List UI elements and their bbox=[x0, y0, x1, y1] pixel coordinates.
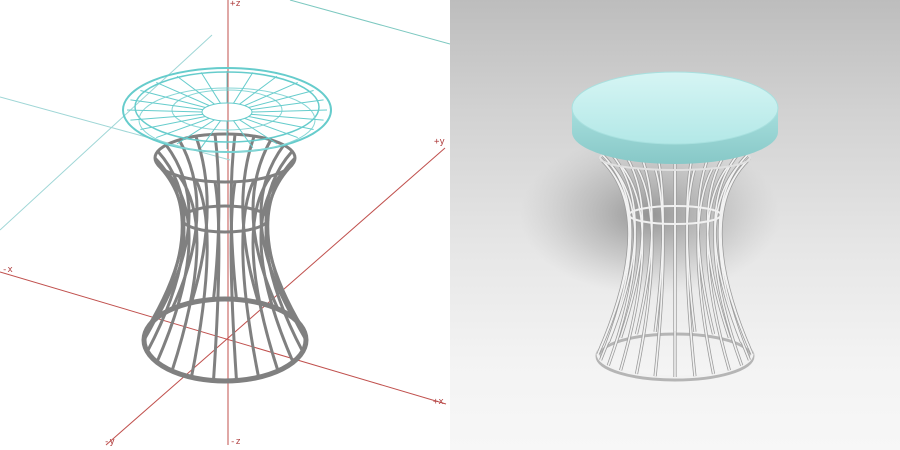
render-viewport[interactable] bbox=[450, 0, 900, 450]
seat-center-ring bbox=[201, 102, 253, 122]
x-axis-line bbox=[0, 271, 447, 405]
y-axis-line bbox=[105, 147, 446, 446]
axis-lines bbox=[0, 0, 450, 446]
axis-label-neg-z: -z bbox=[230, 437, 241, 447]
seat-spoke bbox=[251, 109, 328, 113]
base-ring bbox=[141, 296, 309, 384]
wireframe-viewport[interactable]: +z +y -x +x -y -z bbox=[0, 0, 450, 450]
viewer-stage: +z +y -x +x -y -z bbox=[0, 0, 900, 450]
seat-spoke bbox=[130, 99, 203, 111]
axis-label-neg-y: -y bbox=[104, 437, 115, 447]
axis-label-pos-z: +z bbox=[230, 0, 241, 9]
seat-spokes bbox=[126, 71, 328, 149]
axis-label-pos-y: +y bbox=[434, 137, 445, 147]
seat-spoke bbox=[251, 99, 324, 111]
seat-spoke bbox=[126, 109, 203, 113]
render-canvas bbox=[520, 71, 780, 382]
wireframe-canvas bbox=[0, 0, 450, 446]
render-seat bbox=[571, 71, 779, 164]
axis-label-neg-x: -x bbox=[2, 265, 13, 275]
seat-wireframe bbox=[122, 67, 332, 153]
frame-rings bbox=[141, 132, 309, 384]
grid-line-top bbox=[289, 0, 450, 45]
axis-label-pos-x: +x bbox=[433, 397, 444, 407]
